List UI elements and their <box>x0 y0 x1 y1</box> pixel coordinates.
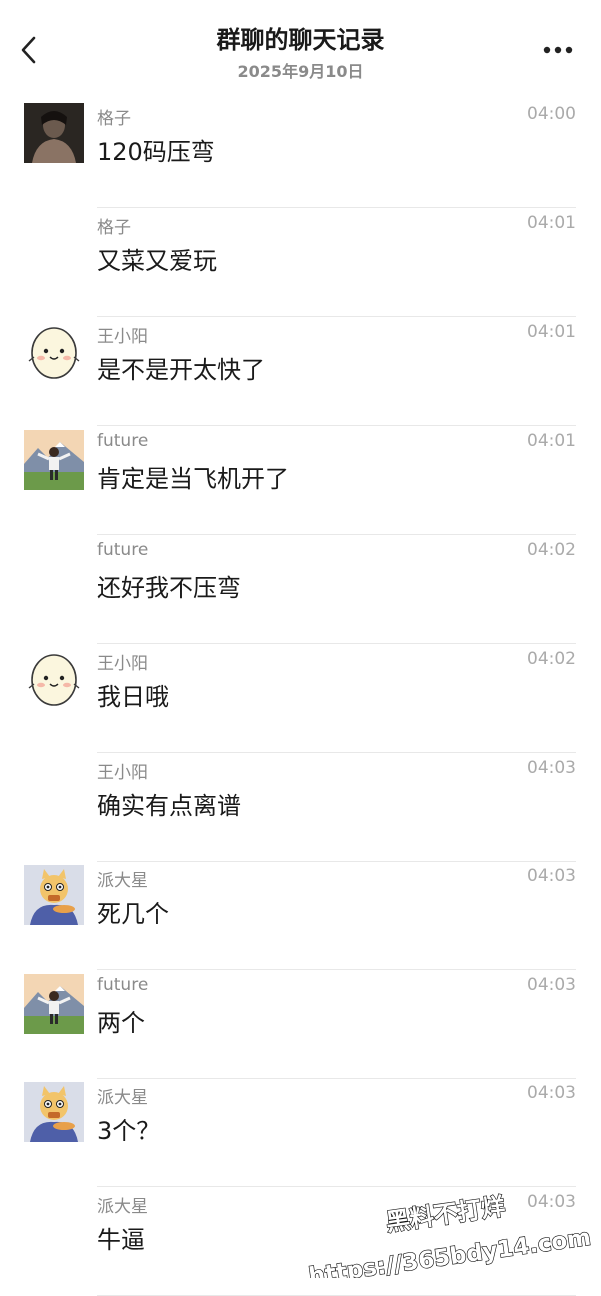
message-item[interactable]: 王小阳 04:02 我日哦 <box>0 645 601 753</box>
sender-name: 格子 <box>97 218 131 238</box>
message-time: 04:01 <box>527 431 576 451</box>
divider <box>97 534 576 535</box>
header: 群聊的聊天记录 2025年9月10日 <box>0 0 601 96</box>
boy-mountain-icon <box>24 430 84 490</box>
page-date: 2025年9月10日 <box>237 62 364 81</box>
message-text: 肯定是当飞机开了 <box>97 465 289 493</box>
message-time: 04:01 <box>527 213 576 233</box>
avatar[interactable] <box>24 974 84 1034</box>
message-time: 04:03 <box>527 975 576 995</box>
avatar[interactable] <box>24 865 84 925</box>
egg-cartoon-icon <box>24 321 84 381</box>
message-time: 04:03 <box>527 866 576 886</box>
message-item[interactable]: 派大星 04:03 死几个 <box>0 862 601 970</box>
sender-name: 格子 <box>97 109 131 129</box>
message-text: 两个 <box>97 1009 145 1037</box>
sender-name: future <box>97 540 149 560</box>
cartoon-cat-icon <box>24 865 84 925</box>
sender-name: 王小阳 <box>97 654 148 674</box>
message-time: 04:00 <box>527 104 576 124</box>
message-time: 04:02 <box>527 540 576 560</box>
message-text: 3个？ <box>97 1117 161 1145</box>
sender-name: 派大星 <box>97 1197 148 1217</box>
message-text: 确实有点离谱 <box>97 792 241 820</box>
watermark-line1: 黑料不打烊 <box>384 1192 507 1236</box>
avatar[interactable] <box>24 1082 84 1142</box>
divider <box>97 643 576 644</box>
message-item[interactable]: 格子 04:01 又菜又爱玩 <box>0 209 601 317</box>
more-dots-icon[interactable] <box>538 38 578 62</box>
message-item[interactable]: future 04:01 肯定是当飞机开了 <box>0 427 601 535</box>
boy-mountain-icon <box>24 974 84 1034</box>
message-time: 04:02 <box>527 649 576 669</box>
divider <box>97 425 576 426</box>
message-text: 又菜又爱玩 <box>97 247 217 275</box>
divider <box>97 752 576 753</box>
message-item[interactable]: 王小阳 04:01 是不是开太快了 <box>0 318 601 426</box>
message-item[interactable]: future 04:03 两个 <box>0 971 601 1079</box>
divider <box>97 969 576 970</box>
sender-name: 派大星 <box>97 1088 148 1108</box>
message-time: 04:03 <box>527 758 576 778</box>
divider <box>97 207 576 208</box>
message-text: 还好我不压弯 <box>97 574 241 602</box>
sender-name: future <box>97 975 149 995</box>
cartoon-cat-icon <box>24 1082 84 1142</box>
avatar[interactable] <box>24 430 84 490</box>
sender-name: 王小阳 <box>97 327 148 347</box>
message-text: 120码压弯 <box>97 138 215 166</box>
message-item[interactable]: 格子 04:00 120码压弯 <box>0 100 601 208</box>
sender-name: 派大星 <box>97 871 148 891</box>
egg-cartoon-icon <box>24 648 84 708</box>
message-time: 04:01 <box>527 322 576 342</box>
message-text: 是不是开太快了 <box>97 356 265 384</box>
watermark: 黑料不打烊 https://365bdy14.com <box>306 1192 593 1278</box>
message-time: 04:03 <box>527 1083 576 1103</box>
message-text: 我日哦 <box>97 683 169 711</box>
message-item[interactable]: 派大星 04:03 3个？ <box>0 1079 601 1187</box>
message-item[interactable]: 王小阳 04:03 确实有点离谱 <box>0 754 601 862</box>
avatar[interactable] <box>24 648 84 708</box>
avatar[interactable] <box>24 103 84 163</box>
sender-name: 王小阳 <box>97 763 148 783</box>
divider <box>97 316 576 317</box>
message-text: 死几个 <box>97 900 169 928</box>
avatar[interactable] <box>24 321 84 381</box>
message-text: 牛逼 <box>97 1226 145 1254</box>
page-title: 群聊的聊天记录 <box>216 26 385 54</box>
sender-name: future <box>97 431 149 451</box>
message-item[interactable]: future 04:02 还好我不压弯 <box>0 536 601 644</box>
person-photo-icon <box>24 103 84 163</box>
watermark-line2: https://365bdy14.com <box>307 1225 592 1278</box>
